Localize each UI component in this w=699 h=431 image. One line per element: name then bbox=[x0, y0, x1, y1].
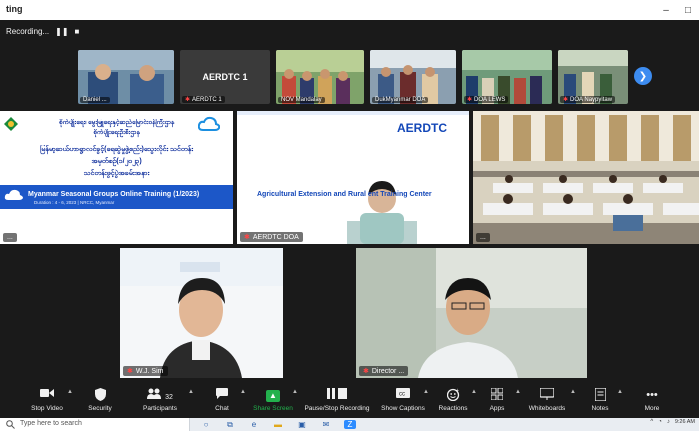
tile-label: ✱ AERDTC DOA bbox=[240, 232, 303, 242]
thumbnail-tile[interactable]: AERDTC 1 ✱ AERDTC 1 bbox=[180, 50, 270, 104]
aerdtc-brand: AERDTC bbox=[397, 121, 447, 135]
slide-banner-subtitle: Duration : 4 - 6, 2023 | NRCC, Myanmar bbox=[34, 200, 115, 205]
tile-label: ... bbox=[3, 233, 17, 242]
taskbar-apps: ○ ⧉ e ▬ ▣ ✉ Z bbox=[200, 418, 356, 431]
search-placeholder: Type here to search bbox=[20, 420, 82, 427]
classroom-video bbox=[473, 111, 699, 244]
store-icon[interactable]: ▣ bbox=[296, 420, 308, 429]
shield-icon bbox=[94, 388, 106, 402]
task-view-icon[interactable]: ⧉ bbox=[224, 420, 236, 430]
participant-video bbox=[356, 248, 587, 378]
system-tray: ^ ◔ ♪ 9:26 AM bbox=[650, 419, 695, 425]
slide-text-line: စိုက်ပျိုးရေးဦးစီးဌာန bbox=[93, 129, 140, 136]
maximize-button[interactable]: □ bbox=[677, 0, 699, 20]
share-options-caret[interactable]: ▲ bbox=[292, 389, 298, 395]
search-circle-icon[interactable]: ○ bbox=[200, 420, 212, 429]
notes-icon bbox=[593, 387, 607, 402]
aerdtc-subtitle: Agricultural Extension and Rural ent Tra… bbox=[257, 191, 432, 198]
thumbnail-tile[interactable]: ✱ DOA Naypyitaw bbox=[558, 50, 628, 104]
whiteboard-icon bbox=[539, 387, 555, 402]
tile-label: ✱ W.J. Sim bbox=[123, 366, 168, 376]
video-camera-icon bbox=[40, 388, 54, 402]
thumbnail-tile[interactable]: NOV Mandalay bbox=[276, 50, 364, 104]
svg-text:+: + bbox=[456, 388, 459, 394]
file-explorer-icon[interactable]: ▬ bbox=[272, 420, 284, 429]
muted-mic-icon: ✱ bbox=[127, 368, 133, 375]
thumbnail-tile[interactable]: Daniel ... bbox=[78, 50, 174, 104]
thumbnail-label: ✱ AERDTC 1 bbox=[182, 96, 225, 103]
pause-recording-button[interactable]: ❚❚ bbox=[55, 27, 68, 36]
aerdtc-video-tile[interactable]: AERDTC Agricultural Extension and Rural … bbox=[237, 111, 469, 244]
slide-text-line: မြန်မာ့ဆယ်ဟာရွာလင်ခွင့်(ရေဆွဲမှုဖွဲ့စည်း… bbox=[40, 146, 193, 153]
muted-mic-icon: ✱ bbox=[563, 97, 569, 103]
thumbnail-label: NOV Mandalay bbox=[278, 97, 325, 103]
participant-video bbox=[120, 248, 283, 378]
tray-expand-icon[interactable]: ^ bbox=[650, 419, 653, 425]
cloud-icon bbox=[4, 189, 24, 200]
recording-icon bbox=[327, 388, 347, 402]
pause-stop-recording-button[interactable]: Pause/Stop Recording bbox=[302, 388, 372, 412]
recording-indicator: Recording... ❚❚ ■ bbox=[6, 24, 79, 38]
director-video-tile[interactable]: ✱ Director ... bbox=[356, 248, 587, 378]
more-icon: ••• bbox=[646, 389, 658, 401]
apps-icon bbox=[490, 387, 504, 402]
shared-slide-tile[interactable]: စိုက်ပျိုးရေး၊ မွေးမြူရေးနှင့်ဆည်မြောင်း… bbox=[0, 111, 233, 244]
muted-mic-icon: ✱ bbox=[244, 234, 250, 241]
muted-mic-icon: ✱ bbox=[363, 368, 369, 375]
meeting-toolbar: Stop Video ▲ Security 32 Participants ▲ … bbox=[0, 380, 699, 418]
participants-button[interactable]: 32 Participants bbox=[125, 388, 195, 412]
search-icon bbox=[6, 420, 15, 429]
thumbnail-label: ✱ DOA Naypyitaw bbox=[560, 96, 616, 103]
windows-taskbar: Type here to search ○ ⧉ e ▬ ▣ ✉ Z ^ ◔ ♪ … bbox=[0, 418, 699, 431]
thumbnail-label: Daniel ... bbox=[80, 97, 110, 103]
participant-count: 32 bbox=[165, 394, 173, 401]
tile-label: ... bbox=[476, 233, 490, 242]
more-button[interactable]: ••• More bbox=[617, 388, 687, 412]
zoom-meeting-window: ting – □ Recording... ❚❚ ■ Daniel ... AE… bbox=[0, 0, 699, 431]
thumbnail-label: ✱ DOA LEWS bbox=[464, 96, 509, 103]
muted-mic-icon: ✱ bbox=[185, 97, 191, 103]
participant-video bbox=[78, 50, 174, 104]
svg-text:cc: cc bbox=[399, 392, 405, 398]
muted-mic-icon: ✱ bbox=[467, 97, 473, 103]
zoom-app-icon[interactable]: Z bbox=[344, 420, 356, 429]
recording-label: Recording... bbox=[6, 26, 50, 36]
title-bar: ting – □ bbox=[0, 0, 699, 20]
participant-video bbox=[276, 50, 364, 104]
participant-video bbox=[370, 50, 456, 104]
stop-recording-button[interactable]: ■ bbox=[75, 27, 80, 36]
minimize-button[interactable]: – bbox=[655, 0, 677, 20]
edge-browser-icon[interactable]: e bbox=[248, 420, 260, 429]
chat-icon bbox=[216, 388, 228, 402]
slide-text-line: သင်တန်းဖွင့်ပွဲအခမ်းအနား bbox=[83, 170, 150, 177]
thumbnail-strip: Daniel ... AERDTC 1 ✱ AERDTC 1 NOV Mandal… bbox=[78, 50, 628, 104]
taskbar-search-box[interactable]: Type here to search bbox=[0, 418, 190, 431]
network-icon[interactable]: ◔ bbox=[658, 419, 662, 425]
reactions-icon: + bbox=[446, 388, 460, 402]
slide-text-line: စိုက်ပျိုးရေး၊ မွေးမြူရေးနှင့်ဆည်မြောင်း… bbox=[58, 119, 175, 126]
participants-icon: 32 bbox=[147, 388, 173, 402]
clock[interactable]: 9:26 AM bbox=[675, 419, 695, 425]
slide-banner-title: Myanmar Seasonal Groups Online Training … bbox=[28, 191, 200, 198]
participant-name-display: AERDTC 1 bbox=[202, 72, 248, 82]
wj-sim-video-tile[interactable]: ✱ W.J. Sim bbox=[120, 248, 283, 378]
captions-icon: cc bbox=[396, 388, 410, 402]
window-title: ting bbox=[6, 4, 23, 14]
chevron-right-icon[interactable]: ❯ bbox=[634, 67, 652, 85]
slide-text-line: အမှတ်စဉ်(၁/၂၀၂၃) bbox=[91, 158, 142, 165]
thumbnail-tile[interactable]: ✱ DOA LEWS bbox=[462, 50, 552, 104]
mail-icon[interactable]: ✉ bbox=[320, 420, 332, 429]
share-screen-icon: ▲ bbox=[266, 388, 280, 402]
classroom-video-tile[interactable]: ... bbox=[473, 111, 699, 244]
thumbnail-label: DukMyanmar DOA bbox=[372, 97, 429, 103]
tile-label: ✱ Director ... bbox=[359, 366, 409, 376]
volume-icon[interactable]: ♪ bbox=[667, 419, 670, 425]
thumbnail-tile[interactable]: DukMyanmar DOA bbox=[370, 50, 456, 104]
window-controls: – □ bbox=[655, 0, 699, 20]
